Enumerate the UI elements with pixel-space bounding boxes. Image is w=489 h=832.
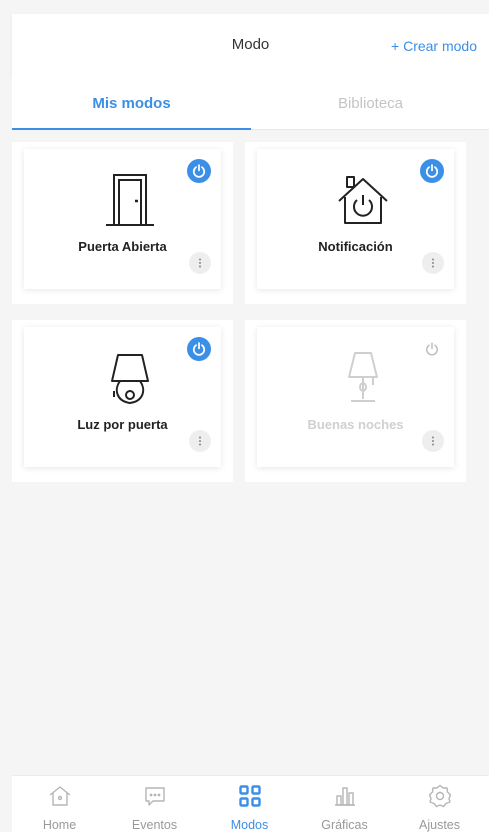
more-options-button[interactable]: [422, 430, 444, 452]
nav-item-graficas[interactable]: Gráficas: [297, 776, 392, 832]
nav-item-eventos[interactable]: Eventos: [107, 776, 202, 832]
nav-label: Home: [42, 818, 77, 832]
settings-icon: [428, 784, 452, 808]
power-icon: [192, 342, 206, 356]
nav-label: Eventos: [131, 818, 178, 832]
power-toggle[interactable]: [187, 159, 211, 183]
app-screen: Modo + Crear modo Mis modos Biblioteca P…: [0, 0, 489, 832]
mode-card-container: Luz por puerta: [12, 320, 233, 482]
mode-card-puerta-abierta[interactable]: Puerta Abierta: [24, 149, 221, 289]
tab-bar: Mis modos Biblioteca: [12, 76, 489, 130]
lamp-icon: [111, 354, 149, 404]
mode-label: Luz por puerta: [77, 417, 168, 432]
nav-item-ajustes[interactable]: Ajustes: [392, 776, 487, 832]
header: Modo + Crear modo: [12, 14, 489, 76]
create-mode-button[interactable]: + Crear modo: [391, 38, 477, 54]
more-options-button[interactable]: [189, 430, 211, 452]
power-toggle[interactable]: [187, 337, 211, 361]
mode-card-container: Buenas noches: [245, 320, 466, 482]
mode-card-notificacion[interactable]: Notificación: [257, 149, 454, 289]
mode-label: Puerta Abierta: [78, 239, 167, 254]
mode-card-buenas-noches[interactable]: Buenas noches: [257, 327, 454, 467]
mode-card-container: Notificación: [245, 142, 466, 304]
nav-label: Modos: [230, 818, 269, 832]
modes-grid: Puerta Abierta Notificación Luz por puer…: [12, 130, 489, 775]
tab-biblioteca[interactable]: Biblioteca: [251, 76, 489, 130]
nav-label: Ajustes: [419, 818, 460, 832]
door-icon: [106, 174, 154, 226]
bar-chart-icon: [335, 787, 355, 806]
floor-lamp-icon: [348, 352, 378, 402]
mode-card-container: Puerta Abierta: [12, 142, 233, 304]
nav-label: Gráficas: [321, 818, 368, 832]
more-vertical-icon: [199, 436, 201, 446]
mode-label: Buenas noches: [307, 417, 404, 432]
chat-icon: [145, 787, 165, 806]
mode-label: Notificación: [318, 239, 393, 254]
power-icon: [425, 164, 439, 178]
mode-card-luz-por-puerta[interactable]: Luz por puerta: [24, 327, 221, 467]
power-icon: [426, 342, 438, 356]
tab-mis-modos[interactable]: Mis modos: [12, 76, 251, 130]
home-icon: [49, 786, 71, 806]
more-options-button[interactable]: [189, 252, 211, 274]
smart-home-icon: [338, 176, 388, 224]
nav-item-modos[interactable]: Modos: [202, 776, 297, 832]
power-toggle[interactable]: [420, 159, 444, 183]
power-toggle[interactable]: [420, 337, 444, 361]
nav-item-home[interactable]: Home: [12, 776, 107, 832]
power-icon: [192, 164, 206, 178]
more-options-button[interactable]: [422, 252, 444, 274]
more-vertical-icon: [432, 436, 434, 446]
more-vertical-icon: [199, 258, 201, 268]
grid-icon: [239, 785, 261, 807]
more-vertical-icon: [432, 258, 434, 268]
bottom-navigation: Home Eventos Modos Gráficas Ajustes: [12, 775, 489, 832]
